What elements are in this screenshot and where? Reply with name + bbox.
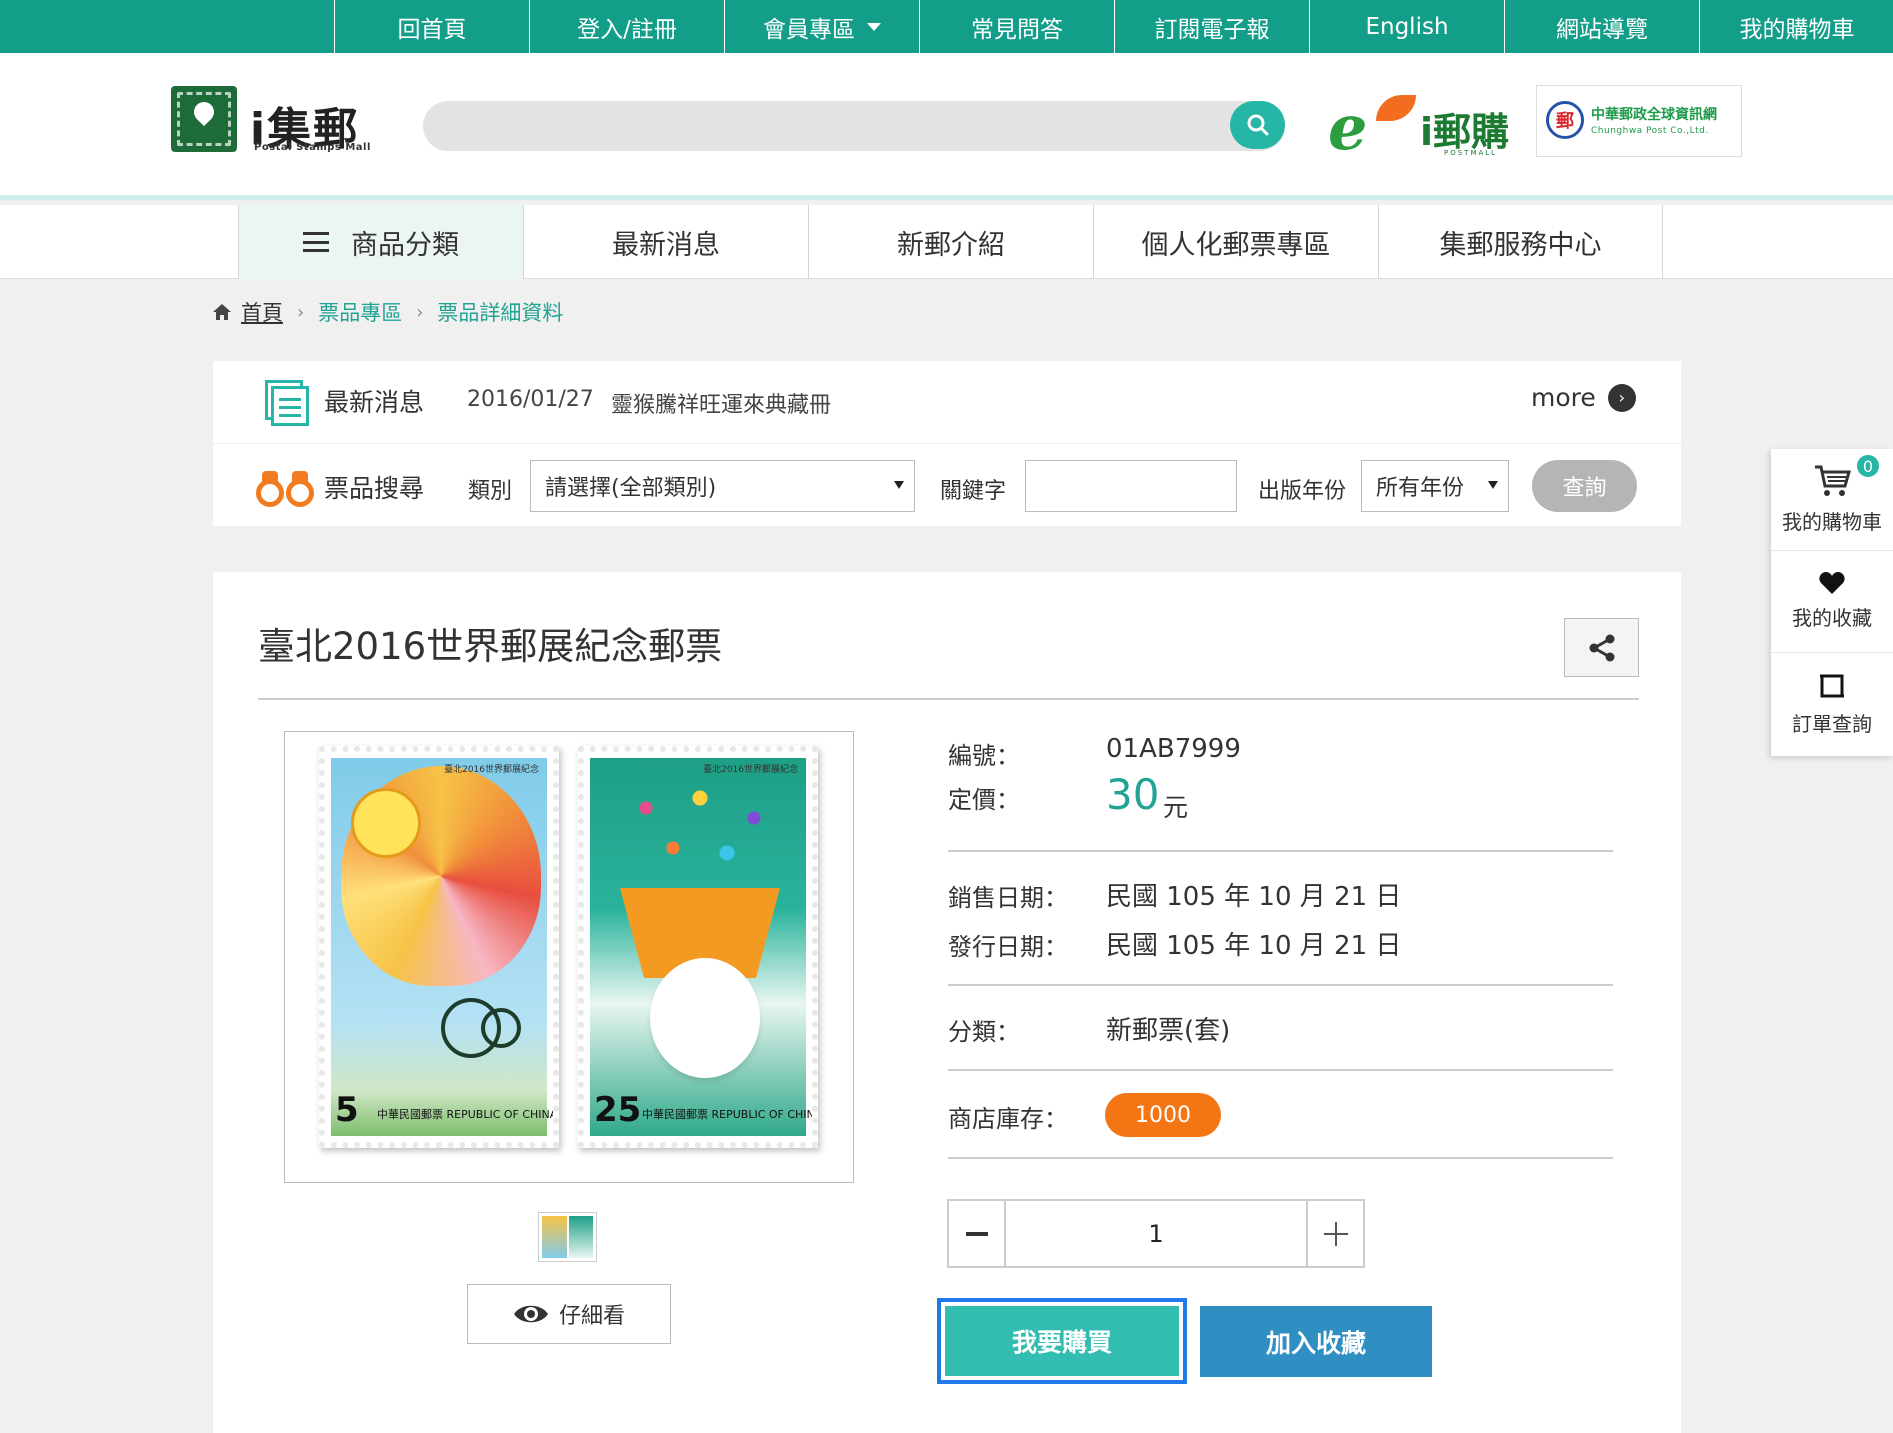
breadcrumb: 首頁 › 票品專區 › 票品詳細資料 — [213, 297, 563, 327]
year-label: 出版年份 — [1258, 479, 1347, 504]
stock-label: 商店庫存： — [948, 1105, 1068, 1133]
product-number: 01AB7999 — [1106, 734, 1241, 764]
site-logo-icon[interactable] — [171, 86, 237, 152]
nav-philatelic-service[interactable]: 集郵服務中心 — [1378, 205, 1663, 279]
stamp-image-5: 臺北2016世界郵展紀念 5 中華民國郵票 REPUBLIC OF CHINA … — [319, 746, 559, 1148]
stock-badge: 1000 — [1105, 1093, 1221, 1137]
keyword-label: 關鍵字 — [940, 479, 1007, 504]
sale-date: 民國 105 年 10 月 21 日 — [1106, 882, 1402, 912]
category-select[interactable]: 請選擇(全部類別) — [530, 460, 915, 512]
chunghwa-post-logo[interactable]: 郵 中華郵政全球資訊網 Chunghwa Post Co.,Ltd. — [1536, 85, 1742, 157]
info-divider — [948, 1069, 1613, 1071]
product-thumbnail[interactable] — [538, 1212, 597, 1262]
cart-count-badge: 0 — [1855, 453, 1881, 479]
breadcrumb-separator-icon: › — [416, 301, 424, 323]
main-navigation: 商品分類 最新消息 新郵介紹 個人化郵票專區 集郵服務中心 — [0, 205, 1893, 279]
topnav-faq[interactable]: 常見問答 — [919, 0, 1114, 53]
eye-icon — [513, 1305, 548, 1323]
topnav-sitemap[interactable]: 網站導覽 — [1504, 0, 1699, 53]
stamp-image-25: 臺北2016世界郵展紀念 25 中華民國郵票 REPUBLIC OF CHINA… — [578, 746, 818, 1148]
zoom-detail-button[interactable]: 仔細看 — [467, 1284, 671, 1344]
nav-latest-news[interactable]: 最新消息 — [523, 205, 808, 279]
product-category: 新郵票(套) — [1106, 1016, 1231, 1046]
postmall-logo[interactable]: e i郵購 POSTMALL — [1328, 87, 1528, 164]
quantity-input[interactable] — [1006, 1201, 1306, 1266]
sale-date-label: 銷售日期： — [948, 884, 1068, 912]
breadcrumb-stamp-detail[interactable]: 票品詳細資料 — [437, 297, 563, 327]
year-select[interactable]: 所有年份 — [1361, 460, 1509, 512]
query-button[interactable]: 查詢 — [1532, 460, 1637, 512]
news-label: 最新消息 — [324, 388, 425, 417]
info-divider — [948, 850, 1613, 852]
menu-icon — [303, 232, 329, 252]
quantity-decrease-button[interactable] — [949, 1201, 1006, 1266]
site-search-input[interactable] — [423, 101, 1285, 151]
keyword-input[interactable] — [1025, 460, 1237, 512]
chunghwa-post-seal-icon: 郵 — [1546, 101, 1584, 139]
panel-divider — [213, 443, 1681, 444]
stamp-search-label: 票品搜尋 — [324, 474, 425, 503]
quantity-increase-button[interactable] — [1306, 1201, 1363, 1266]
add-to-favorites-button[interactable]: 加入收藏 — [1200, 1306, 1432, 1377]
price-label: 定價： — [948, 786, 1020, 814]
site-logo-subtitle: Postal Stamps Mall — [254, 142, 371, 153]
topnav-login-register[interactable]: 登入/註冊 — [529, 0, 724, 53]
category-label: 類別 — [468, 479, 513, 504]
floating-sidebar: 0 我的購物車 我的收藏 訂單查詢 — [1771, 449, 1893, 756]
price-unit: 元 — [1163, 793, 1189, 822]
topnav-cart[interactable]: 我的購物車 — [1699, 0, 1893, 53]
search-button[interactable] — [1230, 101, 1285, 149]
floating-favorites[interactable]: 我的收藏 — [1771, 551, 1893, 653]
title-divider — [258, 698, 1639, 700]
category-info-label: 分類： — [948, 1018, 1020, 1046]
product-detail: 臺北2016世界郵展紀念郵票 臺北2016世界郵展紀念 5 中華民國郵票 REP… — [213, 572, 1681, 1433]
number-label: 編號： — [948, 742, 1020, 770]
issue-date-label: 發行日期： — [948, 933, 1068, 961]
buy-now-button[interactable]: 我要購買 — [937, 1298, 1187, 1384]
topnav-newsletter[interactable]: 訂閱電子報 — [1114, 0, 1309, 53]
breadcrumb-stamp-area[interactable]: 票品專區 — [318, 297, 402, 327]
breadcrumb-home[interactable]: 首頁 — [241, 297, 283, 327]
news-date: 2016/01/27 — [467, 387, 594, 412]
dropdown-arrow-icon — [894, 481, 904, 489]
breadcrumb-separator-icon: › — [297, 301, 305, 323]
product-price: 30 — [1106, 770, 1160, 819]
topnav-home[interactable]: 回首頁 — [334, 0, 529, 53]
order-icon — [1820, 674, 1844, 697]
newspaper-icon — [263, 378, 311, 426]
info-divider — [948, 1157, 1613, 1159]
top-navigation-bar: 回首頁 登入/註冊 會員專區 常見問答 訂閱電子報 English 網站導覽 我… — [0, 0, 1893, 53]
topnav-member-area[interactable]: 會員專區 — [724, 0, 919, 53]
news-headline[interactable]: 靈猴騰祥旺運來典藏冊 — [611, 387, 831, 419]
minus-icon — [965, 1231, 988, 1236]
binoculars-icon — [256, 471, 316, 507]
heart-icon — [1819, 572, 1845, 594]
nav-new-stamps[interactable]: 新郵介紹 — [808, 205, 1093, 279]
floating-orders[interactable]: 訂單查詢 — [1771, 653, 1893, 755]
share-icon — [1589, 634, 1614, 661]
postmall-bird-icon — [1376, 95, 1416, 121]
plus-icon — [1323, 1221, 1348, 1246]
share-button[interactable] — [1564, 618, 1639, 677]
site-header: i集郵 Postal Stamps Mall e i郵購 POSTMALL 郵 … — [0, 53, 1893, 200]
chevron-right-icon: › — [1607, 383, 1636, 412]
news-search-panel: 最新消息 2016/01/27 靈猴騰祥旺運來典藏冊 more › 票品搜尋 類… — [213, 361, 1681, 526]
search-icon — [1247, 114, 1268, 136]
news-more-link[interactable]: more › — [1531, 383, 1636, 412]
shopping-cart-icon — [1815, 465, 1851, 496]
issue-date: 民國 105 年 10 月 21 日 — [1106, 931, 1402, 961]
quantity-stepper — [947, 1199, 1365, 1268]
product-image-frame[interactable]: 臺北2016世界郵展紀念 5 中華民國郵票 REPUBLIC OF CHINA … — [284, 731, 854, 1183]
topnav-english[interactable]: English — [1309, 0, 1504, 53]
nav-personalized-stamps[interactable]: 個人化郵票專區 — [1093, 205, 1378, 279]
product-title: 臺北2016世界郵展紀念郵票 — [258, 625, 723, 668]
nav-product-categories[interactable]: 商品分類 — [238, 205, 523, 279]
dropdown-arrow-icon — [1488, 481, 1498, 489]
floating-cart[interactable]: 0 我的購物車 — [1771, 449, 1893, 551]
caret-down-icon — [867, 22, 881, 31]
home-icon — [213, 304, 231, 320]
info-divider — [948, 984, 1613, 986]
